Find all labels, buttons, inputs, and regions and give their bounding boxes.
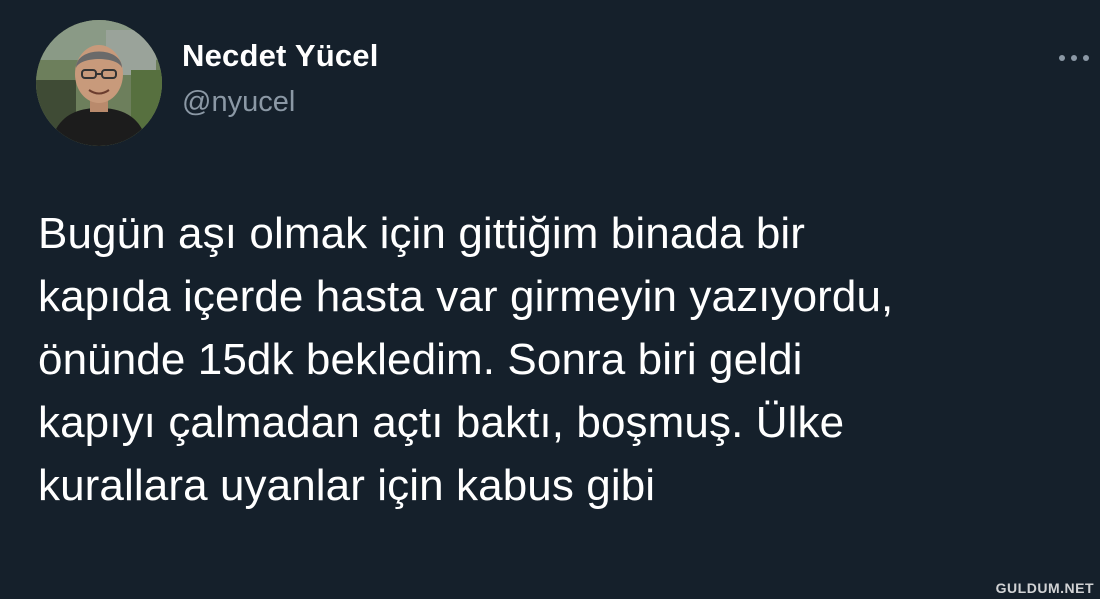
more-horizontal-icon[interactable] [1054, 48, 1094, 68]
author-display-name[interactable]: Necdet Yücel [182, 38, 379, 74]
author-handle[interactable]: @nyucel [182, 86, 295, 119]
avatar[interactable] [36, 20, 162, 146]
tweet-card: Necdet Yücel @nyucel Bugün aşı olmak içi… [0, 0, 1100, 599]
watermark: GULDUM.NET [995, 580, 1094, 596]
avatar-photo [36, 20, 162, 146]
tweet-text: Bugün aşı olmak için gittiğim binada bir… [38, 209, 894, 510]
